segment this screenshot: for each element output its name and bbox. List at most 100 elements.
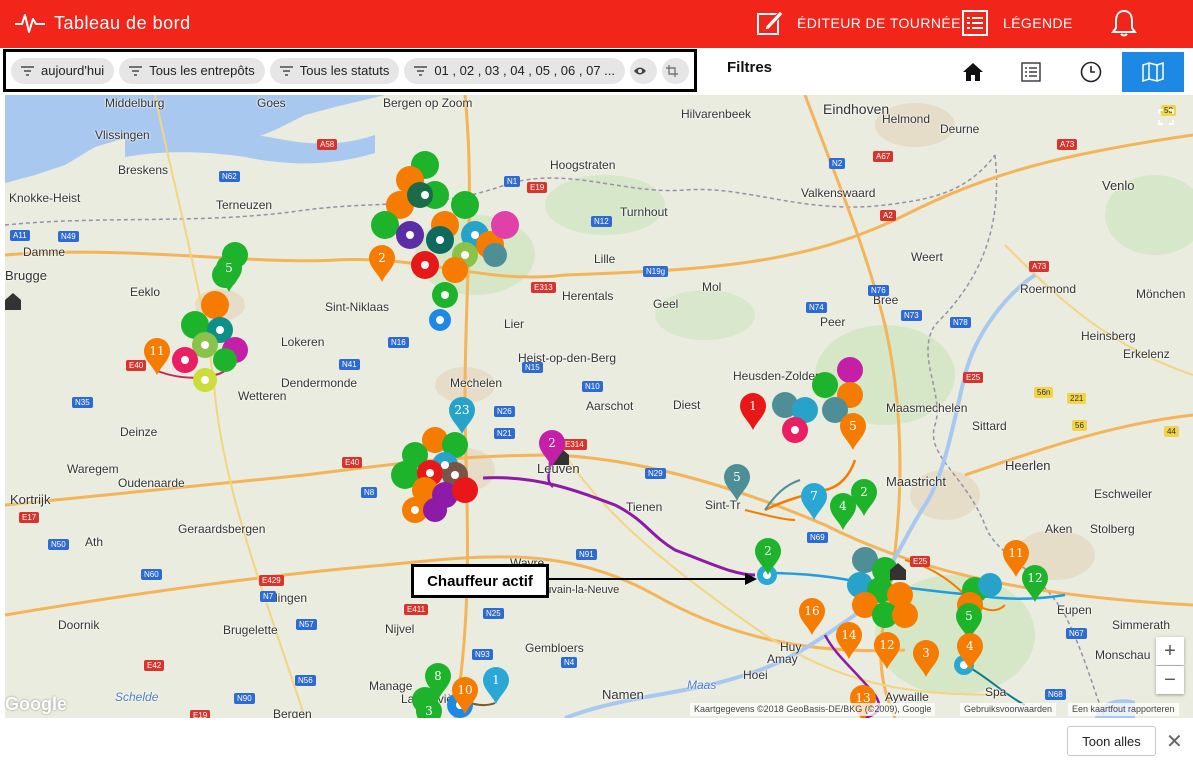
- zoom-out-icon: −: [1164, 668, 1176, 691]
- map-pin-label: 3: [425, 704, 433, 718]
- google-logo: Google: [5, 694, 67, 714]
- map-pin-label: 11: [1008, 546, 1023, 560]
- map-pin-label: 16: [804, 604, 819, 618]
- brand[interactable]: Tableau de bord: [14, 10, 191, 36]
- map-pin-label: 1: [749, 399, 757, 413]
- filters-caption: Filtres: [727, 59, 773, 76]
- show-all-button[interactable]: Toon alles: [1067, 726, 1156, 756]
- map-pin-label: 5: [965, 609, 973, 623]
- map-pin[interactable]: 1: [739, 393, 767, 431]
- terms-link[interactable]: Gebruiksvoorwaarden: [960, 703, 1057, 716]
- nav-tour-editor-label: ÉDITEUR DE TOURNÉE: [797, 15, 961, 31]
- map-pin-label: 5: [849, 419, 857, 433]
- map-pin[interactable]: 2: [850, 479, 878, 517]
- map-pin[interactable]: 4: [956, 633, 984, 671]
- map-pin-label: 23: [454, 403, 469, 417]
- zoom-in-icon: +: [1164, 639, 1176, 662]
- filter-drivers[interactable]: 01 , 02 , 03 , 04 , 05 , 06 , 07 ...: [404, 57, 626, 84]
- bottom-bar: [0, 718, 1193, 766]
- map-pin[interactable]: 2: [538, 430, 566, 468]
- filter-icon: [129, 65, 143, 76]
- map-icon: [1142, 62, 1164, 82]
- map-pin-label: 2: [860, 485, 868, 499]
- map-attribution: Kaartgegevens ©2018 GeoBasis-DE/BKG (©20…: [690, 703, 936, 716]
- map-pin-label: 8: [434, 669, 442, 683]
- crop-toggle[interactable]: [662, 57, 689, 84]
- fullscreen-button[interactable]: [1154, 105, 1178, 129]
- map-pin-label: 12: [1027, 571, 1042, 585]
- map-pin-label: 4: [966, 639, 974, 653]
- fullscreen-icon: [1158, 109, 1174, 125]
- filter-warehouse-label: Tous les entrepôts: [149, 63, 255, 78]
- filter-status[interactable]: Tous les statuts: [269, 57, 400, 84]
- filter-status-label: Tous les statuts: [299, 63, 390, 78]
- filter-warehouse[interactable]: Tous les entrepôts: [119, 57, 265, 84]
- map-pin[interactable]: 14: [835, 622, 863, 660]
- map-pin[interactable]: 12: [873, 632, 901, 670]
- cluster-antwerp: [371, 151, 519, 331]
- map-pin[interactable]: 1: [482, 667, 510, 705]
- filter-icon: [414, 65, 428, 76]
- map-pin-label: 1: [492, 673, 500, 687]
- map-pin[interactable]: 2: [368, 245, 396, 283]
- map-pin-label: 11: [149, 344, 164, 358]
- app-title: Tableau de bord: [54, 12, 191, 33]
- list-view-icon: [1021, 62, 1041, 82]
- map-pin[interactable]: 3: [912, 640, 940, 678]
- map-pin[interactable]: 12: [1021, 565, 1049, 603]
- map-pin-label: 3: [922, 646, 930, 660]
- map-pin-label: 2: [764, 544, 772, 558]
- zoom-out-button[interactable]: −: [1156, 666, 1184, 694]
- view-home[interactable]: [942, 52, 1004, 92]
- map-pin-label: 14: [841, 628, 857, 642]
- callout-arrow: [549, 573, 757, 585]
- close-button[interactable]: ✕: [1166, 729, 1183, 754]
- map-pin[interactable]: 23: [448, 397, 476, 435]
- visibility-toggle[interactable]: [630, 57, 657, 84]
- crop-icon: [665, 64, 678, 77]
- map-pin[interactable]: 5: [723, 464, 751, 502]
- warehouse-icon: [5, 293, 21, 310]
- map-pin-label: 7: [810, 489, 818, 503]
- nav-tour-editor[interactable]: ÉDITEUR DE TOURNÉE: [756, 8, 961, 38]
- zoom-in-button[interactable]: +: [1156, 637, 1184, 665]
- view-map[interactable]: [1122, 52, 1184, 92]
- eye-icon: [634, 67, 646, 74]
- map-canvas[interactable]: Middelburg Goes Bergen op Zoom Hilvarenb…: [5, 95, 1193, 718]
- pulse-icon: [15, 14, 45, 33]
- map-pin-label: 10: [457, 683, 472, 697]
- filter-icon: [21, 65, 34, 76]
- nav-legend-label: LÉGENDE: [1003, 15, 1073, 31]
- map-pin-label: 5: [733, 470, 741, 484]
- nav-legend[interactable]: LÉGENDE: [962, 8, 1073, 38]
- home-icon: [963, 63, 983, 81]
- map-pin-label: 2: [548, 436, 556, 450]
- filter-icon: [279, 65, 293, 76]
- active-driver-callout-text: Chauffeur actif: [427, 572, 533, 590]
- cluster-brussels: [391, 427, 478, 523]
- list-icon: [962, 10, 988, 36]
- map-pin[interactable]: 10: [451, 677, 479, 715]
- view-list[interactable]: [1000, 52, 1062, 92]
- map-pin[interactable]: 5: [839, 413, 867, 451]
- map-pin[interactable]: 5: [215, 255, 243, 293]
- map-pin[interactable]: 3: [415, 698, 443, 718]
- filter-date[interactable]: aujourd'hui: [11, 57, 115, 84]
- filter-bar: aujourd'hui Tous les entrepôts Tous les …: [3, 49, 697, 92]
- edit-icon: [757, 10, 784, 35]
- map-pin-label: 4: [839, 499, 847, 513]
- map-pin[interactable]: 7: [800, 483, 828, 521]
- report-error-link[interactable]: Een kaartfout rapporteren: [1068, 703, 1179, 716]
- pin-clusters: [5, 151, 1002, 718]
- map-pin-label: 5: [225, 261, 233, 275]
- active-driver-callout: Chauffeur actif: [411, 564, 549, 598]
- clock-icon: [1080, 61, 1102, 83]
- top-bar: Tableau de bord ÉDITEUR DE TOURNÉE LÉGEN…: [0, 0, 1193, 48]
- map-pin[interactable]: 8: [424, 663, 452, 701]
- map-pin-label: 2: [378, 251, 386, 265]
- view-timeline[interactable]: [1060, 52, 1122, 92]
- map-pin[interactable]: 16: [798, 598, 826, 636]
- notifications-button[interactable]: [1111, 8, 1137, 38]
- bell-icon: [1111, 9, 1137, 37]
- map-pin[interactable]: 11: [143, 338, 171, 376]
